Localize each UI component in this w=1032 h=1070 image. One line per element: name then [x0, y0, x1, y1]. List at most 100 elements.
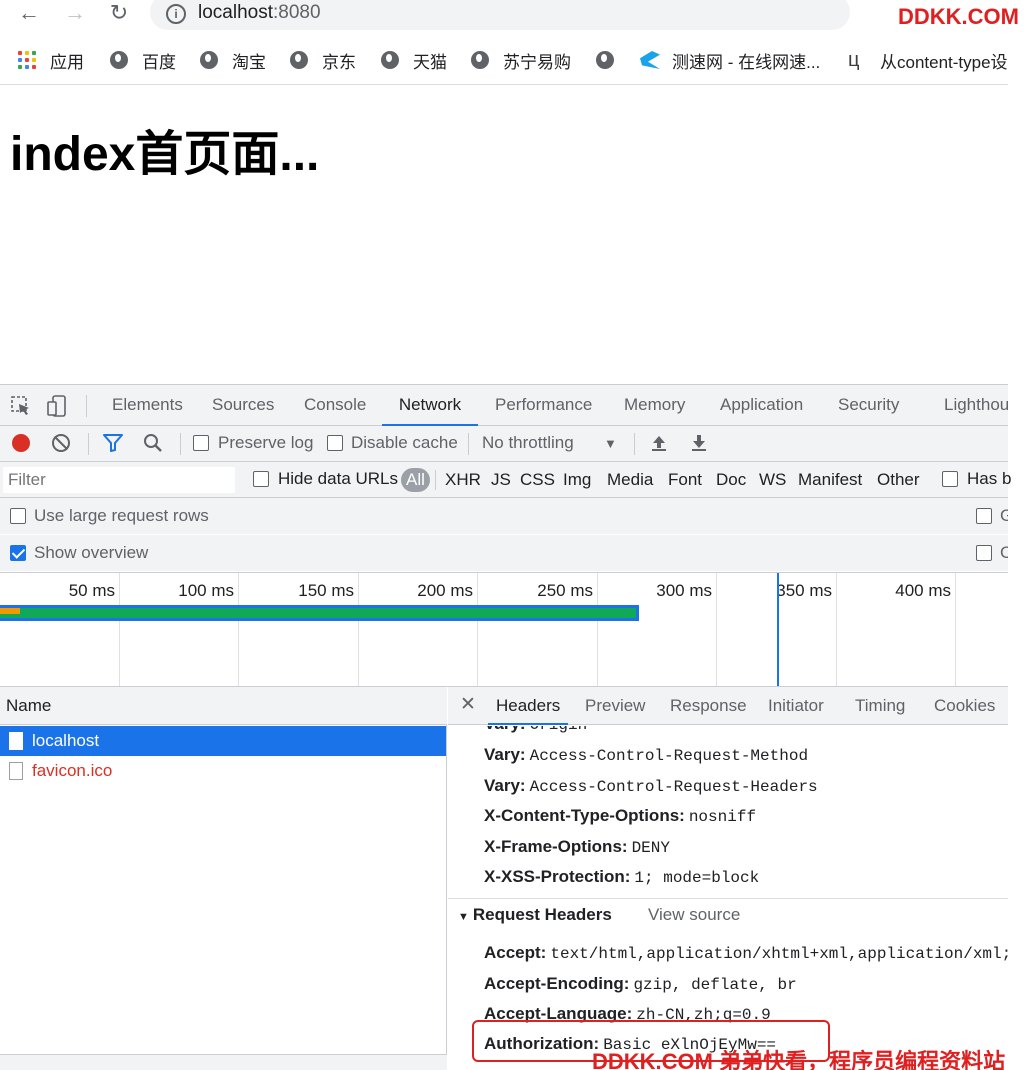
show-overview-checkbox[interactable] — [10, 545, 26, 561]
address-bar[interactable]: i localhost:8080 — [150, 0, 850, 30]
header-value: nosniff — [688, 808, 757, 826]
view-source-link[interactable]: View source — [648, 905, 740, 925]
tab-lighthouse[interactable]: Lighthouse — [944, 385, 1008, 426]
use-large-rows-checkbox[interactable] — [10, 508, 26, 524]
options-row-overview: Show overview C — [0, 535, 1008, 571]
back-arrow-icon[interactable]: ← — [14, 0, 44, 28]
header-key: Accept-Encoding: — [484, 974, 630, 993]
response-header-vary-headers: Vary: Access-Control-Request-Headers — [484, 771, 818, 801]
hide-data-urls-checkbox[interactable] — [253, 471, 269, 487]
group-by-frame-checkbox[interactable] — [976, 508, 992, 524]
globe-icon — [110, 51, 128, 69]
timeline-tick-label: 250 ms — [537, 581, 593, 600]
request-list: Name localhost favicon.ico — [0, 687, 447, 1070]
tab-console[interactable]: Console — [304, 385, 366, 426]
tab-application[interactable]: Application — [720, 385, 803, 426]
tab-preview[interactable]: Preview — [585, 687, 645, 725]
preserve-log-checkbox[interactable] — [193, 435, 209, 451]
search-icon[interactable] — [143, 433, 163, 453]
bookmark-tmall[interactable]: 天猫 — [381, 46, 447, 74]
globe-icon — [471, 51, 489, 69]
filter-type-img[interactable]: Img — [563, 468, 591, 492]
filter-type-css[interactable]: CSS — [520, 468, 555, 492]
tab-initiator[interactable]: Initiator — [768, 687, 824, 725]
network-overview[interactable]: 50 ms 100 ms 150 ms 200 ms 250 ms 300 ms 350 m… — [0, 572, 1008, 687]
bookmark-jd[interactable]: 京东 — [290, 46, 356, 74]
import-har-icon[interactable] — [651, 434, 667, 452]
tab-elements[interactable]: Elements — [112, 385, 183, 426]
header-value: gzip, deflate, br — [633, 976, 797, 994]
globe-icon — [381, 51, 399, 69]
has-blocked-cookies-label: Has b — [967, 469, 1012, 488]
filter-type-other[interactable]: Other — [877, 468, 920, 492]
header-key: Accept: — [484, 943, 547, 962]
show-overview-label: Show overview — [34, 543, 149, 562]
toolbar-divider — [86, 395, 87, 417]
clear-icon[interactable] — [52, 434, 70, 452]
close-icon[interactable]: ✕ — [460, 693, 476, 716]
column-header-name[interactable]: Name — [0, 687, 447, 725]
bookmark-label: 测速网 - 在线网速... — [672, 52, 821, 72]
filter-type-all[interactable]: All — [401, 468, 430, 492]
request-timing-bar — [0, 605, 639, 621]
site-info-icon[interactable]: i — [166, 4, 186, 24]
watermark-top: DDKK.COM — [898, 4, 1019, 29]
export-har-icon[interactable] — [691, 434, 707, 452]
bookmark-speedtest[interactable]: 测速网 - 在线网速... — [640, 46, 820, 74]
filter-icon[interactable] — [103, 434, 123, 452]
request-row-favicon[interactable]: favicon.ico — [0, 756, 446, 786]
bookmark-label: 淘宝 — [232, 52, 266, 72]
bookmark-suning[interactable]: 苏宁易购 — [471, 46, 571, 74]
tab-headers[interactable]: Headers — [488, 687, 569, 725]
request-row-localhost[interactable]: localhost — [0, 726, 446, 756]
timeline-gridline — [716, 573, 717, 686]
toolbar-divider — [634, 433, 635, 455]
header-value: Access-Control-Request-Method — [529, 747, 809, 765]
header-value: Access-Control-Request-Headers — [529, 778, 818, 796]
chrome-divider — [0, 84, 1008, 85]
bookmark-content-type[interactable]: ц 从content-type设 — [848, 46, 1008, 74]
has-blocked-cookies-checkbox[interactable] — [942, 471, 958, 487]
tab-sources[interactable]: Sources — [212, 385, 274, 426]
disable-cache-checkbox[interactable] — [327, 435, 343, 451]
inspect-element-icon[interactable] — [10, 395, 32, 417]
tab-performance[interactable]: Performance — [495, 385, 592, 426]
header-key: X-XSS-Protection: — [484, 867, 631, 886]
request-headers-section-toggle[interactable]: ▼ Request Headers — [458, 905, 612, 925]
header-key: Vary: — [484, 745, 526, 764]
filter-type-ws[interactable]: WS — [759, 468, 786, 492]
bookmark-unnamed[interactable] — [596, 46, 628, 74]
timeline-tick-label: 50 ms — [68, 581, 115, 600]
bookmark-label: 从content-type设 — [880, 52, 1008, 72]
load-event-marker — [777, 573, 779, 686]
use-large-rows-label: Use large request rows — [34, 506, 209, 525]
filter-type-doc[interactable]: Doc — [716, 468, 746, 492]
tab-timing[interactable]: Timing — [855, 687, 905, 725]
tab-security[interactable]: Security — [838, 385, 899, 426]
throttling-select[interactable]: No throttling — [482, 433, 574, 453]
filter-type-media[interactable]: Media — [607, 468, 653, 492]
request-summary-bar — [0, 1054, 447, 1070]
tab-response[interactable]: Response — [670, 687, 747, 725]
capture-screenshots-checkbox[interactable] — [976, 545, 992, 561]
bookmark-baidu[interactable]: 百度 — [110, 46, 176, 74]
reload-icon[interactable]: ↻ — [104, 0, 134, 28]
tab-cookies[interactable]: Cookies — [934, 687, 995, 725]
timeline-tick-label: 300 ms — [656, 581, 712, 600]
bookmark-taobao[interactable]: 淘宝 — [200, 46, 266, 74]
filter-input[interactable] — [3, 467, 235, 493]
tab-memory[interactable]: Memory — [624, 385, 685, 426]
filter-type-js[interactable]: JS — [491, 468, 511, 492]
bookmark-apps[interactable]: 应用 — [18, 46, 84, 74]
forward-arrow-icon[interactable]: → — [60, 0, 90, 28]
tab-network[interactable]: Network — [382, 385, 478, 426]
device-toolbar-icon[interactable] — [46, 395, 68, 417]
header-key: X-Frame-Options: — [484, 837, 628, 856]
record-icon[interactable] — [12, 434, 30, 452]
filter-type-xhr[interactable]: XHR — [445, 468, 481, 492]
speedtest-icon — [640, 51, 660, 69]
dropdown-arrow-icon[interactable]: ▼ — [604, 436, 617, 451]
filter-type-manifest[interactable]: Manifest — [798, 468, 862, 492]
timeline-gridline — [955, 573, 956, 686]
filter-type-font[interactable]: Font — [668, 468, 702, 492]
